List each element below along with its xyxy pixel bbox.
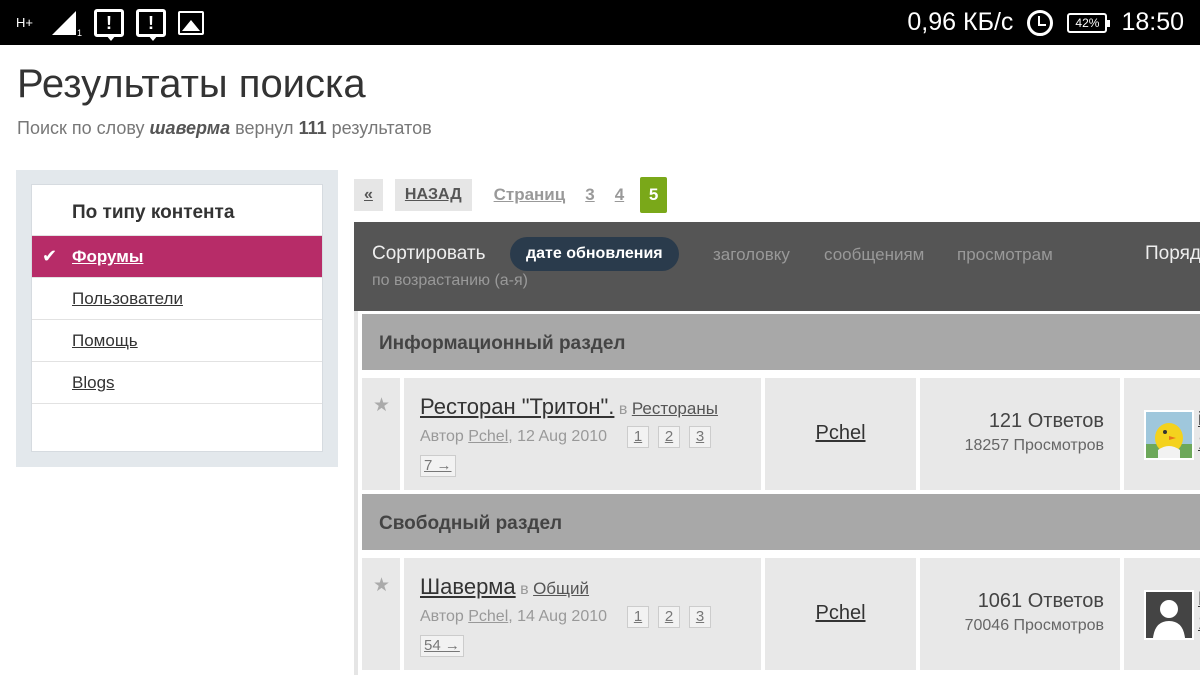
- star-icon[interactable]: ★: [373, 394, 390, 417]
- topic-cell: Шаверма в Общий Автор Pchel, 14 Aug 2010…: [404, 558, 761, 670]
- notification-alert-icon: !: [136, 9, 166, 41]
- topic-last-page-link[interactable]: 54 →: [420, 635, 464, 657]
- results-list: Информационный раздел ★ Ресторан "Тритон…: [354, 311, 1200, 675]
- topic-last-page-link[interactable]: 7 →: [420, 455, 456, 477]
- notification-alert-icon: !: [94, 9, 124, 41]
- star-icon[interactable]: ★: [373, 574, 390, 597]
- search-query: шаверма: [149, 118, 231, 138]
- author-link[interactable]: Pchel: [468, 608, 508, 626]
- current-page: 5: [640, 177, 668, 213]
- sort-option-title[interactable]: заголовку: [713, 245, 790, 265]
- topic-date: , 14 Aug 2010: [508, 608, 608, 625]
- status-left: H+ 1 ! !: [16, 8, 204, 41]
- order-label: Поряд: [1145, 243, 1200, 264]
- default-user-avatar[interactable]: [1144, 590, 1194, 640]
- summary-mid: вернул: [235, 118, 294, 138]
- page-link[interactable]: 4: [615, 185, 624, 205]
- filter-item-help[interactable]: Помощь: [32, 320, 322, 362]
- topic-page-link[interactable]: 2: [658, 426, 681, 448]
- filter-item-label: Форумы: [72, 247, 144, 266]
- filter-panel: По типу контента ✔ Форумы Пользователи П…: [31, 184, 323, 452]
- topic-meta: Автор Pchel, 12 Aug 2010 1 2 3 7 →: [420, 426, 740, 477]
- topic-pages: 1 2 3: [627, 426, 712, 448]
- last-post-cell: E 1: [1124, 558, 1200, 670]
- filter-item-forums[interactable]: ✔ Форумы: [32, 236, 322, 278]
- author-prefix: Автор: [420, 608, 464, 625]
- starter-cell: Pchel: [765, 558, 916, 670]
- author-link[interactable]: Pchel: [468, 428, 508, 446]
- view-count: 18257 Просмотров: [964, 437, 1104, 454]
- svg-text:1: 1: [77, 28, 82, 37]
- status-right: 0,96 КБ/с 42% 18:50: [907, 0, 1184, 45]
- filter-item-blogs[interactable]: Blogs: [32, 362, 322, 404]
- topic-row: ★ Шаверма в Общий Автор Pchel, 14 Aug 20…: [362, 558, 1200, 670]
- starter-link[interactable]: Pchel: [765, 602, 916, 625]
- checkmark-icon: ✔: [42, 246, 58, 266]
- image-notification-icon: [178, 11, 204, 35]
- topic-meta: Автор Pchel, 14 Aug 2010 1 2 3 54 →: [420, 606, 740, 657]
- topic-page-link[interactable]: 2: [658, 606, 681, 628]
- battery-icon: 42%: [1067, 12, 1111, 33]
- summary-prefix: Поиск по слову: [17, 118, 145, 138]
- chick-avatar[interactable]: [1144, 410, 1194, 460]
- pagination: « НАЗАД Страниц 3 4 5: [354, 177, 668, 213]
- star-cell: ★: [362, 378, 400, 490]
- sort-option-active[interactable]: дате обновления: [510, 237, 679, 271]
- status-bar: H+ 1 ! ! 0,96 КБ/с 42% 18:50: [0, 0, 1200, 45]
- filter-item-label: Пользователи: [72, 289, 183, 308]
- topic-page-link[interactable]: 3: [689, 606, 712, 628]
- topic-page-link[interactable]: 1: [627, 426, 650, 448]
- topic-title-link[interactable]: Ресторан "Тритон".: [420, 394, 614, 419]
- sort-label: Сортировать: [372, 243, 486, 264]
- page-title: Результаты поиска: [17, 62, 366, 106]
- filter-item-label: Blogs: [72, 373, 115, 392]
- section-header: Информационный раздел: [362, 314, 1200, 370]
- section-header: Свободный раздел: [362, 494, 1200, 550]
- reply-count: 1061 Ответов: [977, 590, 1104, 612]
- topic-in-label: в: [618, 401, 628, 418]
- star-cell: ★: [362, 558, 400, 670]
- forum-link[interactable]: Рестораны: [632, 399, 718, 418]
- author-prefix: Автор: [420, 428, 464, 445]
- alarm-icon: [1027, 9, 1054, 36]
- reply-count: 121 Ответов: [988, 410, 1104, 432]
- topic-date: , 12 Aug 2010: [508, 428, 608, 445]
- starter-cell: Pchel: [765, 378, 916, 490]
- last-post-cell: i 1: [1124, 378, 1200, 490]
- filter-item-users[interactable]: Пользователи: [32, 278, 322, 320]
- network-type: H+: [16, 15, 33, 30]
- topic-cell: Ресторан "Тритон". в Рестораны Автор Pch…: [404, 378, 761, 490]
- back-button[interactable]: НАЗАД: [394, 179, 472, 211]
- search-summary: Поиск по слову шаверма вернул 111 резуль…: [17, 118, 432, 139]
- topic-row: ★ Ресторан "Тритон". в Рестораны Автор P…: [362, 378, 1200, 490]
- page-link[interactable]: 3: [585, 185, 594, 205]
- sort-direction[interactable]: по возрастанию (а-я): [372, 272, 528, 290]
- stats-cell: 121 Ответов 18257 Просмотров: [920, 378, 1120, 490]
- view-count: 70046 Просмотров: [964, 617, 1104, 634]
- signal-icon: 1: [52, 11, 82, 37]
- clock: 18:50: [1121, 8, 1184, 36]
- first-page-button[interactable]: «: [354, 179, 383, 211]
- sort-option-views[interactable]: просмотрам: [957, 245, 1053, 265]
- stats-cell: 1061 Ответов 70046 Просмотров: [920, 558, 1120, 670]
- topic-in-label: в: [520, 581, 529, 598]
- starter-link[interactable]: Pchel: [765, 422, 916, 445]
- topic-page-link[interactable]: 1: [627, 606, 650, 628]
- result-count: 111: [298, 118, 327, 138]
- summary-suffix: результатов: [331, 118, 432, 138]
- sort-bar: Сортировать дате обновления заголовку со…: [354, 222, 1200, 311]
- network-speed: 0,96 КБ/с: [907, 8, 1014, 36]
- filter-heading: По типу контента: [32, 185, 322, 236]
- topic-page-link[interactable]: 3: [689, 426, 712, 448]
- pages-label[interactable]: Страниц: [494, 185, 566, 205]
- topic-pages: 1 2 3: [627, 606, 712, 628]
- sort-option-posts[interactable]: сообщениям: [824, 245, 924, 265]
- topic-title-link[interactable]: Шаверма: [420, 574, 516, 599]
- forum-link[interactable]: Общий: [533, 579, 589, 598]
- filter-item-label: Помощь: [72, 331, 138, 350]
- content-type-filter: По типу контента ✔ Форумы Пользователи П…: [16, 170, 338, 467]
